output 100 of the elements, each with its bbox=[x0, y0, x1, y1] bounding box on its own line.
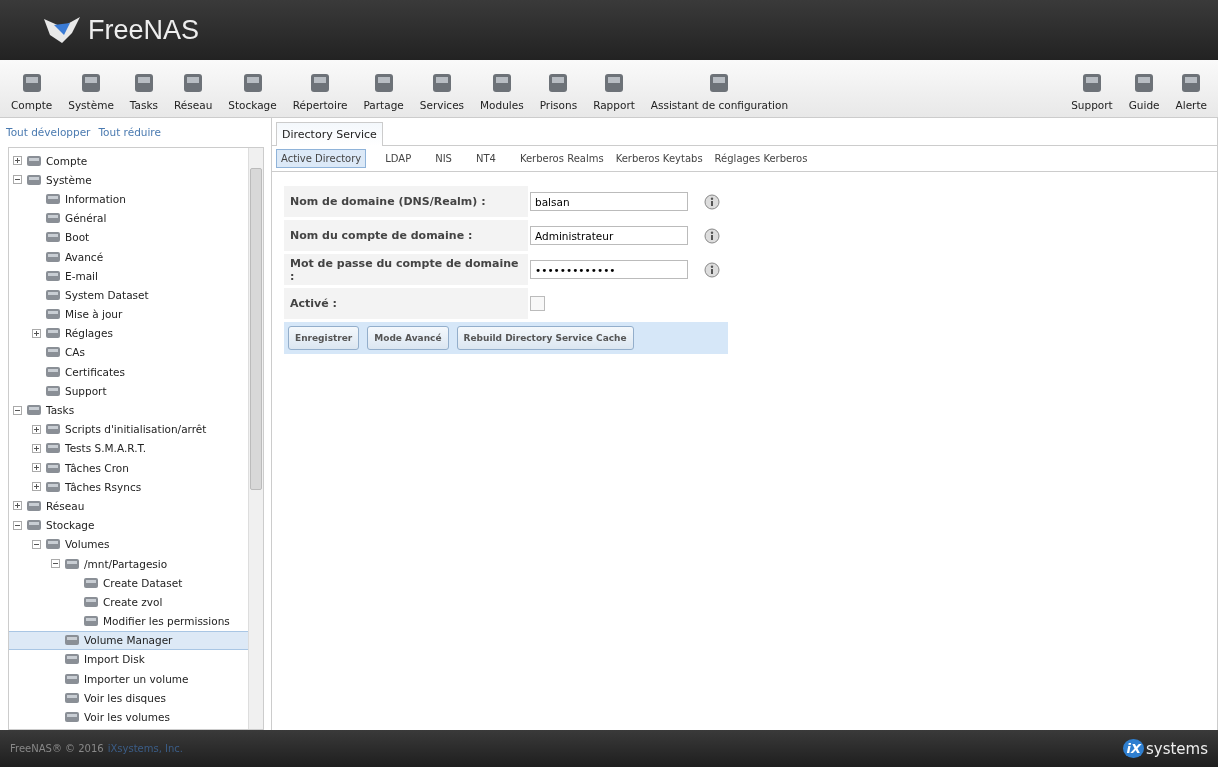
tree-item[interactable]: /mnt/Partagesio bbox=[9, 553, 248, 574]
tree-item[interactable]: Import Disk bbox=[9, 649, 248, 670]
info-icon[interactable] bbox=[704, 193, 720, 210]
toolbar-button[interactable]: Modules bbox=[473, 71, 531, 117]
node-icon bbox=[26, 518, 42, 533]
field-label: Activé : bbox=[284, 288, 528, 319]
sub-tab[interactable]: Kerberos Realms bbox=[514, 149, 609, 168]
toolbar-button[interactable]: Prisons bbox=[532, 71, 585, 117]
collapse-icon[interactable] bbox=[13, 405, 22, 415]
collapse-icon[interactable] bbox=[13, 175, 22, 185]
node-icon bbox=[45, 191, 61, 206]
node-icon bbox=[45, 383, 61, 398]
tree-item[interactable]: Voir les volumes bbox=[9, 707, 248, 727]
tree-item[interactable]: Système bbox=[9, 170, 248, 190]
toolbar-button[interactable]: Support bbox=[1064, 71, 1120, 117]
scrollbar[interactable] bbox=[248, 148, 263, 729]
expand-icon[interactable] bbox=[32, 482, 41, 492]
tree-item[interactable]: Avancé bbox=[9, 246, 248, 267]
toolbar-button[interactable]: Alerte bbox=[1168, 71, 1214, 117]
node-icon bbox=[45, 268, 61, 283]
node-icon bbox=[64, 633, 80, 648]
collapse-icon[interactable] bbox=[32, 539, 41, 549]
input-field[interactable]: balsan bbox=[530, 192, 688, 211]
tree-item[interactable]: Support bbox=[9, 381, 248, 401]
tree-item[interactable]: Général bbox=[9, 208, 248, 228]
node-icon bbox=[64, 690, 80, 705]
tree-item[interactable]: Importer un volume bbox=[9, 669, 248, 689]
expand-icon[interactable] bbox=[13, 501, 22, 511]
node-icon bbox=[26, 403, 42, 418]
sub-tab[interactable]: Active Directory bbox=[276, 149, 367, 168]
sub-tab[interactable]: Réglages Kerberos bbox=[709, 149, 813, 168]
toolbar-button[interactable]: Stockage bbox=[221, 71, 284, 117]
tree-item[interactable]: Information bbox=[9, 189, 248, 209]
tree-item[interactable]: Compte bbox=[9, 151, 248, 171]
tree-item[interactable]: Tâches Cron bbox=[9, 458, 248, 478]
tree-item[interactable]: Create zvol bbox=[9, 592, 248, 612]
tree-item[interactable]: Volumes bbox=[9, 534, 248, 554]
tree-item[interactable]: Boot bbox=[9, 227, 248, 247]
node-icon bbox=[45, 364, 61, 379]
tree-item[interactable]: Voir les disques bbox=[9, 688, 248, 708]
tree-item[interactable]: Create Dataset bbox=[9, 573, 248, 593]
sub-tab[interactable]: LDAP bbox=[380, 149, 417, 168]
tree-item[interactable]: Certificates bbox=[9, 362, 248, 382]
tree-item[interactable]: CAs bbox=[9, 342, 248, 363]
sub-tab[interactable]: Kerberos Keytabs bbox=[610, 149, 708, 168]
tree-item[interactable]: Tasks bbox=[9, 400, 248, 420]
expand-icon[interactable] bbox=[32, 328, 41, 338]
tree-item[interactable]: Tests S.M.A.R.T. bbox=[9, 438, 248, 458]
tab[interactable]: Directory Service bbox=[276, 122, 383, 146]
info-icon[interactable] bbox=[704, 261, 720, 278]
tree-item[interactable]: Modifier les permissions bbox=[9, 611, 248, 631]
toolbar-button[interactable]: Système bbox=[61, 71, 121, 117]
toolbar-button[interactable]: Réseau bbox=[167, 71, 220, 117]
tree-item[interactable]: Stockage bbox=[9, 515, 248, 535]
expand-icon[interactable] bbox=[32, 463, 41, 473]
tree-item[interactable]: Mise à jour bbox=[9, 304, 248, 324]
toolbar-button[interactable]: Assistant de configuration bbox=[643, 71, 796, 117]
collapse-icon[interactable] bbox=[51, 559, 60, 569]
toolbar-button[interactable]: Guide bbox=[1121, 71, 1167, 117]
collapse-icon[interactable] bbox=[13, 520, 22, 530]
field-label: Nom de domaine (DNS/Realm) : bbox=[284, 186, 528, 217]
tree-item[interactable]: Tâches Rsyncs bbox=[9, 477, 248, 497]
tree-item[interactable]: E-mail bbox=[9, 266, 248, 286]
node-icon bbox=[26, 498, 42, 513]
tree-item[interactable]: Réglages bbox=[9, 323, 248, 343]
node-icon bbox=[45, 441, 61, 456]
sidebar-link[interactable]: Tout réduire bbox=[98, 126, 161, 138]
node-icon bbox=[26, 172, 42, 187]
expand-icon[interactable] bbox=[13, 156, 22, 166]
input-field[interactable]: ••••••••••••• bbox=[530, 260, 688, 279]
node-icon bbox=[83, 614, 99, 629]
node-icon bbox=[45, 460, 61, 475]
tree-item[interactable]: Volume Manager bbox=[9, 630, 248, 650]
node-icon bbox=[45, 230, 61, 245]
toolbar-button[interactable]: Services bbox=[412, 71, 472, 117]
form-button[interactable]: Mode Avancé bbox=[367, 326, 449, 350]
form-button[interactable]: Rebuild Directory Service Cache bbox=[456, 326, 634, 350]
toolbar-button[interactable]: Répertoire bbox=[285, 71, 355, 117]
sub-tab[interactable]: NIS bbox=[430, 149, 457, 168]
toolbar-button[interactable]: Partage bbox=[356, 71, 411, 117]
sub-tab[interactable]: NT4 bbox=[470, 149, 501, 168]
logo-text: systems bbox=[1145, 739, 1208, 758]
scrollbar-thumb[interactable] bbox=[250, 168, 262, 490]
expand-icon[interactable] bbox=[32, 424, 41, 434]
input-field[interactable]: Administrateur bbox=[530, 226, 688, 245]
info-icon[interactable] bbox=[704, 227, 720, 244]
node-icon bbox=[45, 326, 61, 341]
node-icon bbox=[26, 153, 42, 168]
node-icon bbox=[64, 652, 80, 667]
form-button[interactable]: Enregistrer bbox=[288, 326, 360, 350]
toolbar-button[interactable]: Tasks bbox=[122, 71, 165, 117]
checkbox[interactable] bbox=[530, 296, 545, 311]
toolbar-button[interactable]: Rapport bbox=[586, 71, 642, 117]
tree-item[interactable]: Scripts d'initialisation/arrêt bbox=[9, 419, 248, 439]
toolbar-button[interactable]: Compte bbox=[4, 71, 60, 117]
expand-icon[interactable] bbox=[32, 443, 41, 453]
sidebar-link[interactable]: Tout développer bbox=[6, 126, 91, 138]
tree-item[interactable]: System Dataset bbox=[9, 285, 248, 305]
tree-item[interactable]: Réseau bbox=[9, 496, 248, 516]
node-icon bbox=[83, 575, 99, 590]
